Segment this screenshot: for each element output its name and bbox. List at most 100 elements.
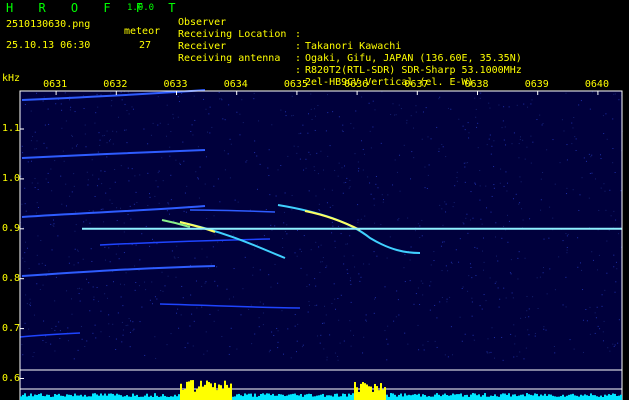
activity-bar (20, 396, 22, 400)
activity-bar (176, 396, 178, 400)
activity-bar (106, 395, 108, 400)
activity-bar (68, 394, 70, 400)
activity-bar (530, 394, 532, 400)
activity-bar (286, 395, 288, 400)
activity-bar (438, 394, 440, 400)
activity-bar (76, 395, 78, 400)
activity-bar (414, 394, 416, 400)
activity-bar (440, 396, 442, 400)
activity-bar (554, 396, 556, 400)
activity-bar (218, 384, 220, 400)
activity-bar (410, 395, 412, 400)
activity-bar (202, 386, 204, 400)
activity-bar (538, 396, 540, 400)
activity-bar (514, 394, 516, 400)
activity-bar (422, 394, 424, 400)
activity-bar (70, 394, 72, 400)
activity-bar (208, 382, 210, 400)
activity-bar (382, 389, 384, 400)
activity-bar (86, 396, 88, 400)
activity-bar (418, 393, 420, 400)
activity-bar (604, 394, 606, 400)
activity-bar (74, 393, 76, 400)
activity-bar (352, 393, 354, 400)
activity-bar (332, 396, 334, 400)
activity-bar (464, 395, 466, 400)
activity-bar (510, 396, 512, 400)
activity-bar (432, 396, 434, 400)
activity-bar (426, 396, 428, 400)
activity-bar (408, 394, 410, 400)
activity-bar (550, 394, 552, 400)
activity-bar (322, 393, 324, 400)
activity-bar (246, 394, 248, 400)
activity-bar (362, 382, 364, 400)
activity-bar (420, 396, 422, 400)
activity-bar (260, 394, 262, 400)
activity-bar (114, 395, 116, 400)
activity-bar (496, 396, 498, 400)
activity-bar (296, 395, 298, 400)
activity-bar (90, 396, 92, 400)
activity-bar (588, 395, 590, 400)
activity-bar (304, 394, 306, 400)
x-tick-label: 0636 (344, 79, 369, 90)
activity-bar (524, 396, 526, 400)
activity-bar (368, 386, 370, 400)
activity-bar (546, 395, 548, 400)
activity-bar (132, 393, 134, 400)
activity-bar (36, 394, 38, 400)
activity-bar (320, 394, 322, 400)
activity-bar (206, 380, 208, 400)
activity-bar (542, 395, 544, 400)
activity-bar (582, 395, 584, 400)
activity-bar (298, 395, 300, 400)
activity-bar (366, 384, 368, 400)
activity-bar (472, 393, 474, 400)
activity-bar (54, 394, 56, 400)
activity-bar (32, 396, 34, 400)
activity-bar (528, 394, 530, 400)
activity-bar (590, 393, 592, 400)
activity-bar (144, 395, 146, 400)
activity-bar (84, 394, 86, 400)
activity-bar (358, 391, 360, 400)
activity-bar (470, 394, 472, 400)
activity-bar (310, 394, 312, 400)
activity-bar (516, 396, 518, 400)
x-tick-label: 0640 (584, 79, 609, 90)
activity-bar (344, 393, 346, 400)
activity-bar (560, 396, 562, 400)
activity-bar (248, 393, 250, 400)
x-tick-label: 0634 (223, 79, 248, 90)
x-tick-label: 0638 (464, 79, 489, 90)
activity-bar (562, 394, 564, 400)
activity-bar (156, 395, 158, 400)
activity-bar (312, 396, 314, 400)
activity-bar (92, 393, 94, 400)
activity-bar (238, 393, 240, 400)
activity-bar (48, 394, 50, 400)
activity-bar (100, 393, 102, 400)
activity-bar (318, 395, 320, 400)
activity-bar (276, 395, 278, 400)
activity-bar (316, 395, 318, 400)
activity-bar (436, 393, 438, 400)
activity-bar (178, 394, 180, 400)
activity-bar (58, 393, 60, 400)
activity-bar (480, 396, 482, 400)
activity-bar (56, 394, 58, 400)
activity-bar (614, 393, 616, 400)
activity-bar (230, 383, 232, 400)
activity-bar (120, 395, 122, 400)
activity-bar (342, 393, 344, 400)
activity-bar (46, 394, 48, 400)
activity-bar (220, 385, 222, 400)
activity-bar (190, 380, 192, 400)
activity-bar (406, 395, 408, 400)
activity-bar (72, 396, 74, 400)
activity-bar (282, 394, 284, 400)
activity-bar (380, 383, 382, 400)
activity-bar (522, 394, 524, 400)
activity-bar (606, 395, 608, 400)
